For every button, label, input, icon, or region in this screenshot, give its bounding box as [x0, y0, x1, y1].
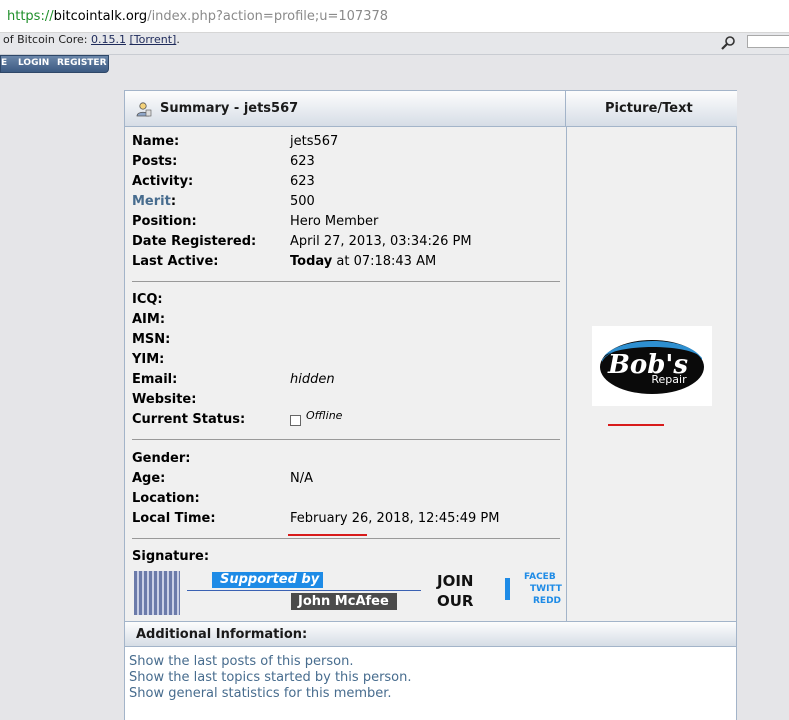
bobs-repair-logo: Bob's Repair	[600, 340, 704, 394]
field-value: February 26, 2018, 12:45:49 PM	[290, 511, 500, 526]
field-label: Current Status:	[132, 412, 246, 427]
signature-divider	[187, 590, 421, 591]
field-value: 623	[290, 174, 315, 189]
url-scheme: https://	[7, 9, 54, 24]
search-input[interactable]	[747, 35, 789, 48]
merit-colon: :	[170, 194, 177, 209]
additional-info-header: Additional Information:	[125, 621, 736, 647]
menu-item-register[interactable]: REGISTER	[57, 58, 107, 68]
divider	[132, 439, 560, 440]
divider	[132, 538, 560, 539]
merit-label: Merit:	[132, 194, 176, 209]
social-reddit-link[interactable]: REDD	[533, 595, 561, 607]
additional-info-title: Additional Information:	[136, 627, 308, 642]
search-icon[interactable]	[720, 35, 736, 51]
our-line: OUR	[437, 592, 474, 610]
social-facebook-link[interactable]: FACEB	[524, 571, 556, 583]
social-accent-bar	[505, 578, 510, 600]
column-divider	[566, 127, 567, 621]
red-annotation-underline	[288, 534, 367, 536]
field-label: Signature:	[132, 549, 210, 564]
menu-item-e[interactable]: E	[1, 58, 7, 68]
field-label: Activity:	[132, 174, 194, 189]
avatar: Bob's Repair	[592, 326, 712, 406]
field-label: Gender:	[132, 451, 191, 466]
field-value: 623	[290, 154, 315, 169]
link-last-topics[interactable]: Show the last topics started by this per…	[129, 670, 412, 685]
field-value: April 27, 2013, 03:34:26 PM	[290, 234, 472, 249]
divider	[132, 281, 560, 282]
field-label: Name:	[132, 134, 180, 149]
summary-title: Summary - jets567	[160, 101, 299, 116]
forum-notice-bar: of Bitcoin Core: 0.15.1 [Torrent].	[0, 33, 789, 55]
social-twitter-link[interactable]: TWITT	[530, 583, 562, 595]
field-value: Today at 07:18:43 AM	[290, 254, 436, 269]
field-label: MSN:	[132, 332, 171, 347]
main-menu: E LOGIN REGISTER	[0, 55, 109, 73]
summary-header: Summary - jets567	[125, 91, 566, 127]
field-value: 500	[290, 194, 315, 209]
field-label: Position:	[132, 214, 197, 229]
last-active-today: Today	[290, 254, 333, 269]
url-text[interactable]: https://bitcointalk.org/index.php?action…	[7, 9, 388, 24]
supported-by-banner[interactable]: Supported by	[212, 572, 323, 588]
field-label: Website:	[132, 392, 197, 407]
join-our-text[interactable]: JOIN OUR	[437, 571, 473, 611]
field-label: Local Time:	[132, 511, 216, 526]
menu-item-login[interactable]: LOGIN	[18, 58, 49, 68]
picture-title: Picture/Text	[605, 101, 693, 116]
john-mcafee-banner[interactable]: John McAfee	[291, 593, 397, 610]
url-host: bitcointalk.org	[53, 9, 148, 24]
field-label: Posts:	[132, 154, 178, 169]
field-value: hidden	[290, 372, 335, 387]
link-last-posts[interactable]: Show the last posts of this person.	[129, 654, 353, 669]
field-label: Date Registered:	[132, 234, 257, 249]
release-notice: of Bitcoin Core: 0.15.1 [Torrent].	[3, 33, 180, 46]
field-label: Last Active:	[132, 254, 219, 269]
notice-version-link[interactable]: 0.15.1	[91, 33, 126, 46]
logo-sub-text: Repair	[651, 373, 687, 386]
field-value: Hero Member	[290, 214, 379, 229]
user-icon	[136, 102, 152, 117]
field-label: AIM:	[132, 312, 166, 327]
status-value: Offline	[306, 409, 343, 422]
merit-link[interactable]: Merit	[132, 194, 171, 209]
notice-torrent-link[interactable]: [Torrent]	[129, 33, 176, 46]
status-checkbox-icon	[290, 415, 301, 426]
notice-prefix: of Bitcoin Core:	[3, 33, 91, 46]
picture-header: Picture/Text	[566, 91, 737, 127]
field-label: ICQ:	[132, 292, 163, 307]
notice-suffix: .	[176, 33, 180, 46]
signature-image	[134, 571, 180, 615]
field-value: jets567	[290, 134, 339, 149]
field-label: Location:	[132, 491, 200, 506]
url-path: /index.php?action=profile;u=107378	[147, 9, 389, 24]
browser-address-bar[interactable]: https://bitcointalk.org/index.php?action…	[0, 0, 789, 33]
profile-table: Summary - jets567 Picture/Text Name: jet…	[124, 90, 737, 720]
link-general-stats[interactable]: Show general statistics for this member.	[129, 686, 392, 701]
additional-info-body: Show the last posts of this person. Show…	[125, 647, 736, 720]
field-label: Age:	[132, 471, 166, 486]
field-label: Email:	[132, 372, 178, 387]
field-label: YIM:	[132, 352, 165, 367]
join-line: JOIN	[437, 572, 474, 590]
field-value: N/A	[290, 471, 313, 486]
last-active-time: at 07:18:43 AM	[332, 254, 437, 269]
red-annotation-underline-avatar	[608, 424, 664, 426]
